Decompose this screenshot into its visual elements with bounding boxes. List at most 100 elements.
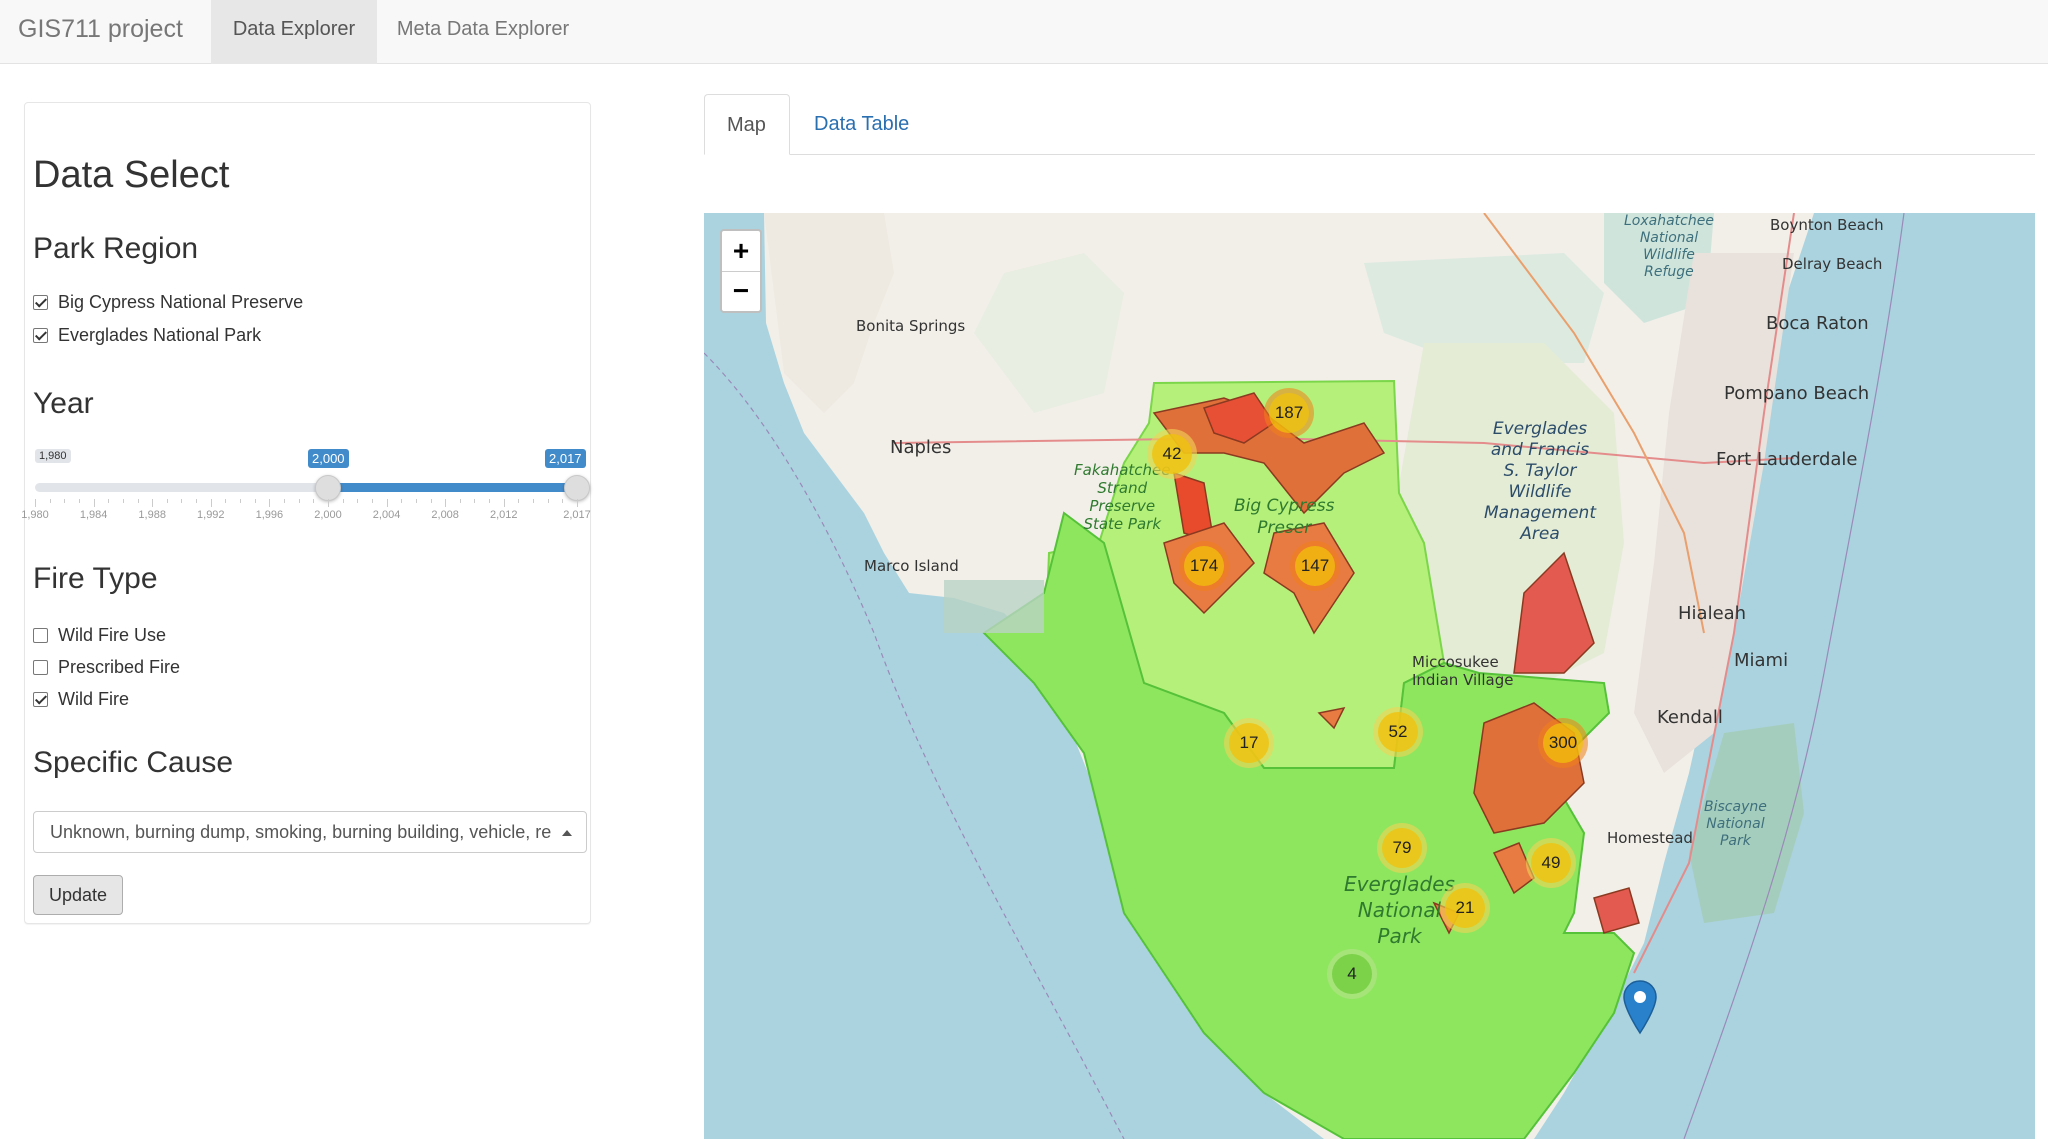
- slider-tick: [533, 499, 535, 503]
- park-option-big-cypress[interactable]: Big Cypress National Preserve: [33, 289, 303, 315]
- cluster-count: 79: [1382, 828, 1422, 868]
- tab-data-table[interactable]: Data Table: [792, 94, 931, 155]
- marker-cluster[interactable]: 79: [1377, 823, 1427, 873]
- specific-cause-heading: Specific Cause: [33, 746, 234, 779]
- checkbox[interactable]: [33, 627, 48, 643]
- app-brand[interactable]: GIS711 project: [18, 14, 183, 44]
- slider-tick: [225, 499, 227, 503]
- slider-tick: [518, 499, 520, 503]
- cluster-count: 49: [1531, 843, 1571, 883]
- cluster-count: 147: [1295, 546, 1335, 586]
- place-label: Fort Lauderdale: [1716, 449, 1858, 470]
- area-label-big-cypress: Big Cypress Preser: [1234, 495, 1334, 539]
- slider-tick: [547, 499, 549, 503]
- label-line: S. Taylor: [1503, 461, 1577, 481]
- cluster-count: 17: [1229, 723, 1269, 763]
- caret-up-icon: [562, 830, 572, 836]
- label-line: National: [1706, 816, 1765, 832]
- label-line: Park: [1719, 833, 1751, 849]
- slider-tick: [313, 499, 315, 503]
- cluster-count: 300: [1543, 723, 1583, 763]
- nav-tab-data-explorer[interactable]: Data Explorer: [211, 0, 377, 64]
- map-basemap: [704, 213, 1905, 1139]
- zoom-in-button[interactable]: +: [722, 231, 760, 272]
- update-button[interactable]: Update: [33, 875, 123, 915]
- cluster-count: 52: [1378, 712, 1418, 752]
- slider-tick-label: 2,004: [372, 509, 401, 521]
- area-label-loxahatchee: Loxahatchee National Wildlife Refuge: [1624, 213, 1714, 281]
- label-line: National: [1357, 898, 1442, 922]
- checkbox-label: Big Cypress National Preserve: [58, 291, 304, 312]
- slider-tick: [459, 499, 461, 503]
- label-line: Strand: [1097, 479, 1148, 497]
- slider-tick: [181, 499, 183, 503]
- map-marker-icon[interactable]: [1622, 979, 1658, 1035]
- marker-cluster[interactable]: 187: [1264, 388, 1314, 438]
- place-label: Miccosukee: [1412, 653, 1499, 671]
- label-line: National: [1639, 230, 1699, 246]
- place-label: Indian Village: [1412, 671, 1514, 689]
- place-label: Boca Raton: [1766, 313, 1869, 334]
- slider-tick: [489, 499, 491, 503]
- place-label: Kendall: [1657, 707, 1723, 728]
- slider-tick: [445, 499, 447, 507]
- marker-cluster[interactable]: 300: [1538, 718, 1588, 768]
- slider-to-label: 2,017: [545, 449, 586, 468]
- label-line: Loxahatchee: [1624, 213, 1714, 229]
- marker-cluster[interactable]: 174: [1179, 541, 1229, 591]
- slider-tick-label: 2,008: [431, 509, 459, 521]
- sidebar-title: Data Select: [33, 154, 230, 196]
- label-line: and Francis: [1490, 440, 1590, 460]
- checkbox[interactable]: [33, 659, 48, 675]
- park-option-everglades[interactable]: Everglades National Park: [33, 322, 261, 348]
- slider-handle-from[interactable]: [314, 475, 341, 501]
- label-line: Area: [1520, 524, 1560, 544]
- select-value: Unknown, burning dump, smoking, burning …: [50, 822, 552, 842]
- label-line: Everglades: [1492, 419, 1588, 439]
- slider-tick-label: 1,992: [197, 509, 225, 521]
- place-label: Bonita Springs: [856, 317, 966, 335]
- place-label: Hialeah: [1678, 603, 1747, 624]
- specific-cause-select[interactable]: Unknown, burning dump, smoking, burning …: [33, 811, 587, 853]
- checkbox[interactable]: [33, 294, 48, 310]
- marker-cluster[interactable]: 4: [1327, 949, 1377, 999]
- nav-tab-meta-data-explorer[interactable]: Meta Data Explorer: [377, 0, 589, 64]
- fire-option-wild-fire-use[interactable]: Wild Fire Use: [33, 622, 166, 648]
- slider-tick: [284, 499, 286, 503]
- fire-option-prescribed-fire[interactable]: Prescribed Fire: [33, 654, 180, 680]
- cluster-count: 174: [1184, 546, 1224, 586]
- marker-cluster[interactable]: 42: [1147, 429, 1197, 479]
- marker-cluster[interactable]: 49: [1526, 838, 1576, 888]
- slider-tick: [152, 499, 154, 507]
- label-line: Big Cypress: [1234, 496, 1335, 516]
- slider-min-label: 1,980: [35, 449, 71, 463]
- marker-cluster[interactable]: 17: [1224, 718, 1274, 768]
- slider-tick-label: 1,996: [255, 509, 284, 521]
- slider-tick: [371, 499, 373, 503]
- label-line: Park: [1377, 924, 1422, 948]
- slider-tick-label: 2,012: [489, 509, 518, 521]
- slider-handle-to[interactable]: [564, 475, 590, 501]
- slider-tick: [430, 499, 432, 503]
- marker-cluster[interactable]: 21: [1440, 883, 1490, 933]
- marker-cluster[interactable]: 147: [1290, 541, 1340, 591]
- place-label: Miami: [1734, 650, 1789, 671]
- checkbox[interactable]: [33, 327, 48, 343]
- map-view[interactable]: Bonita Springs Naples Marco Island Boynt…: [704, 213, 2035, 1139]
- zoom-out-button[interactable]: −: [722, 271, 760, 311]
- place-label: Pompano Beach: [1724, 383, 1870, 404]
- fire-option-wild-fire[interactable]: Wild Fire: [33, 686, 129, 712]
- tab-map[interactable]: Map: [704, 94, 790, 155]
- slider-from-label: 2,000: [308, 449, 349, 468]
- checkbox-label: Everglades National Park: [58, 324, 262, 345]
- year-heading: Year: [33, 387, 94, 420]
- cluster-count: 4: [1332, 954, 1372, 994]
- year-range-slider[interactable]: 1,980 2,000 2,017 1,980 1,984 1,988 1,992 1,…: [21, 441, 591, 521]
- checkbox[interactable]: [33, 691, 48, 707]
- label-line: State Park: [1083, 515, 1162, 533]
- cluster-count: 21: [1445, 888, 1485, 928]
- marker-cluster[interactable]: 52: [1373, 707, 1423, 757]
- slider-tick-label: 2,017: [563, 509, 591, 521]
- sidebar-panel: Data Select Park Region Big Cypress Nati…: [21, 102, 591, 924]
- cluster-count: 187: [1269, 393, 1309, 433]
